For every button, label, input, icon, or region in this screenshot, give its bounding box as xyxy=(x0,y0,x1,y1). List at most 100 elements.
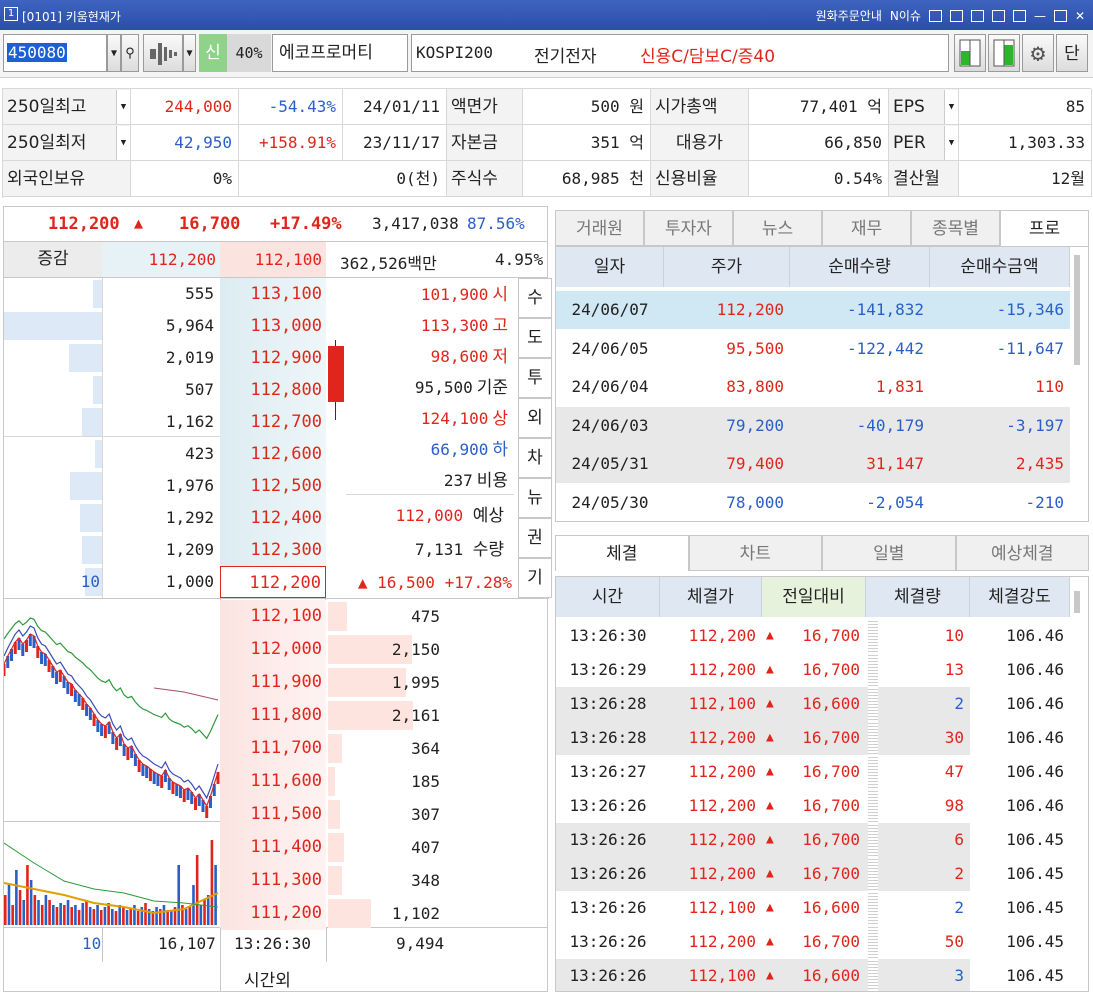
program-row[interactable]: 24/05/30 78,000 -2,054 -210 xyxy=(556,483,1070,521)
tab[interactable]: 체결 xyxy=(555,535,689,571)
trade-row[interactable]: 13:26:28 112,200 ▲ 16,700 30 106.46 xyxy=(556,721,1070,755)
high-250-dropdown-icon[interactable]: ▼ xyxy=(116,90,130,124)
font-icon[interactable] xyxy=(991,9,1005,22)
program-row[interactable]: 24/06/04 83,800 1,831 110 xyxy=(556,368,1070,406)
tab[interactable]: 뉴스 xyxy=(733,210,822,246)
ask-price[interactable]: 112,900 xyxy=(220,342,326,374)
bid-price[interactable]: 112,100 xyxy=(220,600,326,633)
code-dropdown-icon[interactable]: ▼ xyxy=(107,34,121,72)
volume-bar xyxy=(81,903,85,925)
side-button[interactable]: 수 xyxy=(518,278,552,318)
trade-header[interactable]: 체결강도 xyxy=(970,577,1070,617)
program-header[interactable]: 주가 xyxy=(664,247,790,287)
ask-row: 1,209 112,300 xyxy=(4,534,326,566)
close-icon[interactable]: ✕ xyxy=(1075,9,1085,23)
low-250-dropdown-icon[interactable]: ▼ xyxy=(116,126,130,160)
window-split-icon[interactable] xyxy=(949,9,963,22)
trade-row[interactable]: 13:26:26 112,200 ▲ 16,700 2 106.45 xyxy=(556,857,1070,891)
tab[interactable]: 예상체결 xyxy=(955,535,1089,571)
ask-row: 1,000 112,200 10 xyxy=(4,566,326,598)
maximize-icon[interactable] xyxy=(1053,9,1067,22)
link-icon[interactable] xyxy=(928,9,942,22)
side-button[interactable]: 기 xyxy=(518,558,552,598)
ask-price[interactable]: 112,400 xyxy=(220,502,326,534)
side-button[interactable]: 차 xyxy=(518,438,552,478)
layout-right-icon[interactable] xyxy=(988,34,1020,72)
side-button[interactable]: 외 xyxy=(518,398,552,438)
ask-price[interactable]: 112,700 xyxy=(220,406,326,438)
tab[interactable]: 재무 xyxy=(822,210,911,246)
trade-row[interactable]: 13:26:26 112,100 ▲ 16,600 3 106.45 xyxy=(556,959,1070,991)
trade-scrollbar[interactable] xyxy=(1074,591,1080,613)
ask-price[interactable]: 112,200 xyxy=(220,566,326,598)
restore-icon[interactable] xyxy=(970,9,984,22)
trade-row[interactable]: 13:26:30 112,200 ▲ 16,700 10 106.46 xyxy=(556,619,1070,653)
bid-price[interactable]: 111,300 xyxy=(220,864,326,897)
low-250-date: 23/11/17 xyxy=(343,125,447,161)
side-button[interactable]: 뉴 xyxy=(518,478,552,518)
ask-price[interactable]: 112,600 xyxy=(220,438,326,470)
trade-change: 16,600 xyxy=(802,966,860,985)
trade-header[interactable]: 전일대비 xyxy=(762,577,866,617)
side-button[interactable]: 도 xyxy=(518,318,552,358)
minimize-icon[interactable]: — xyxy=(1034,9,1046,23)
layout-left-icon[interactable] xyxy=(954,34,986,72)
tab[interactable]: 일별 xyxy=(822,535,956,571)
volume-dropdown-icon[interactable]: ▼ xyxy=(183,34,196,72)
ask-price[interactable]: 113,000 xyxy=(220,310,326,342)
program-header[interactable]: 일자 xyxy=(556,247,664,287)
trade-row[interactable]: 13:26:29 112,200 ▲ 16,700 13 106.46 xyxy=(556,653,1070,687)
single-view-button[interactable]: 단 xyxy=(1056,34,1088,72)
bid-price[interactable]: 111,900 xyxy=(220,666,326,699)
order-guide-link[interactable]: 원화주문안내 xyxy=(816,7,882,24)
trade-row[interactable]: 13:26:28 112,100 ▲ 16,600 2 106.46 xyxy=(556,687,1070,721)
bid-price[interactable]: 111,200 xyxy=(220,897,326,930)
program-row[interactable]: 24/06/03 79,200 -40,179 -3,197 xyxy=(556,406,1070,445)
side-button[interactable]: 투 xyxy=(518,358,552,398)
ask-price[interactable]: 113,100 xyxy=(220,278,326,310)
search-icon[interactable]: ⚲ xyxy=(121,34,139,72)
tab[interactable]: 거래원 xyxy=(555,210,644,246)
trade-header[interactable]: 시간 xyxy=(556,577,660,617)
settings-gear-icon[interactable]: ⚙ xyxy=(1022,34,1054,72)
volume-bar xyxy=(103,907,107,925)
trade-header[interactable]: 체결가 xyxy=(660,577,762,617)
trade-row[interactable]: 13:26:26 112,200 ▲ 16,700 6 106.45 xyxy=(556,823,1070,857)
volume-bars-icon[interactable] xyxy=(143,34,183,72)
bid-price[interactable]: 111,500 xyxy=(220,798,326,831)
stock-code-input[interactable]: 450080 xyxy=(3,34,107,72)
help-icon[interactable] xyxy=(1012,9,1026,22)
tab[interactable]: 종목별 xyxy=(911,210,1000,246)
bid-price[interactable]: 111,400 xyxy=(220,831,326,864)
summary-label: 하 xyxy=(492,440,508,460)
trade-row[interactable]: 13:26:26 112,200 ▲ 16,700 50 106.45 xyxy=(556,925,1070,959)
tab[interactable]: 차트 xyxy=(688,535,822,571)
ask-price[interactable]: 112,500 xyxy=(220,470,326,502)
bid-price[interactable]: 112,000 xyxy=(220,633,326,666)
after-hours-label[interactable]: 시간외 xyxy=(244,966,291,991)
program-row[interactable]: 24/06/07 112,200 -141,832 -15,346 xyxy=(556,291,1070,329)
program-header[interactable]: 순매수금액 xyxy=(930,247,1070,287)
eps-dropdown-icon[interactable]: ▼ xyxy=(944,90,958,124)
trade-row[interactable]: 13:26:26 112,200 ▲ 16,700 98 106.46 xyxy=(556,789,1070,823)
trade-time: 13:26:26 xyxy=(569,932,647,951)
trade-header[interactable]: 체결량 xyxy=(866,577,970,617)
bid-price[interactable]: 111,600 xyxy=(220,765,326,798)
program-row[interactable]: 24/06/05 95,500 -122,442 -11,647 xyxy=(556,329,1070,368)
program-scrollbar[interactable] xyxy=(1074,255,1080,365)
news-issue-link[interactable]: N이슈 xyxy=(890,7,921,24)
trade-row[interactable]: 13:26:26 112,100 ▲ 16,600 2 106.45 xyxy=(556,891,1070,925)
program-header[interactable]: 순매수량 xyxy=(790,247,930,287)
bid-price[interactable]: 111,800 xyxy=(220,699,326,732)
trade-row[interactable]: 13:26:27 112,200 ▲ 16,700 47 106.46 xyxy=(556,755,1070,789)
tab[interactable]: 투자자 xyxy=(644,210,733,246)
per-dropdown-icon[interactable]: ▼ xyxy=(944,126,958,160)
trade-strength: 106.46 xyxy=(970,687,1070,721)
program-row[interactable]: 24/05/31 79,400 31,147 2,435 xyxy=(556,445,1070,483)
ask-price[interactable]: 112,300 xyxy=(220,534,326,566)
tab[interactable]: 프로 xyxy=(1000,210,1089,246)
ask-price[interactable]: 112,800 xyxy=(220,374,326,406)
trade-strength: 106.46 xyxy=(970,653,1070,687)
side-button[interactable]: 권 xyxy=(518,518,552,558)
bid-price[interactable]: 111,700 xyxy=(220,732,326,765)
